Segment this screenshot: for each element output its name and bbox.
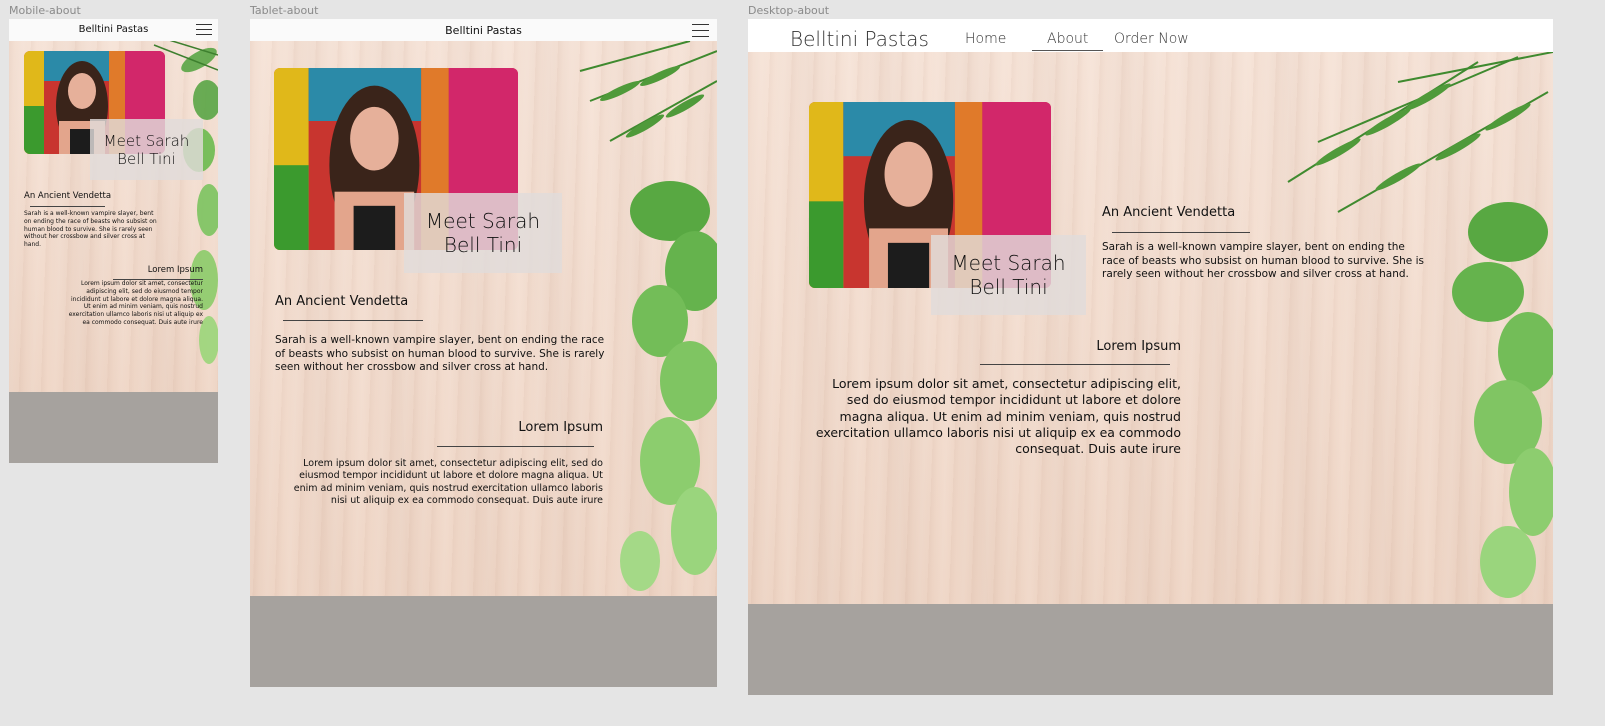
caption-line-1: Meet Sarah <box>103 131 190 150</box>
caption-line-1: Meet Sarah <box>951 251 1066 275</box>
hamburger-menu-icon[interactable] <box>196 24 212 35</box>
photo-caption: Meet Sarah Bell Tini <box>90 119 203 180</box>
brand-name[interactable]: Belltini Pastas <box>250 24 717 37</box>
section1-title: An Ancient Vendetta <box>24 191 112 201</box>
photo-caption: Meet Sarah Bell Tini <box>404 193 562 273</box>
herbs-decoration <box>579 41 717 591</box>
caption-line-2: Bell Tini <box>117 149 176 168</box>
section1-body: Sarah is a well-known vampire slayer, be… <box>1102 241 1424 281</box>
photo-caption: Meet Sarah Bell Tini <box>931 235 1086 315</box>
top-bar: Belltini Pastas <box>250 19 717 41</box>
section1-rule <box>1112 232 1250 233</box>
top-bar: Belltini Pastas Home About Order Now <box>748 19 1553 52</box>
nav-about-underline <box>1032 50 1103 51</box>
section1-rule <box>283 320 423 321</box>
section1-title: An Ancient Vendetta <box>275 294 409 309</box>
footer <box>748 604 1553 695</box>
section2-title: Lorem Ipsum <box>1096 339 1181 354</box>
caption-line-2: Bell Tini <box>443 233 523 257</box>
tablet-frame: Belltini Pastas Meet Sarah Bell Tini An A… <box>250 19 717 687</box>
section1-body: Sarah is a well-known vampire slayer, be… <box>24 210 157 249</box>
footer <box>9 392 218 463</box>
frame-label-desktop: Desktop-about <box>748 4 830 17</box>
section1-body: Sarah is a well-known vampire slayer, be… <box>275 334 605 374</box>
nav-home[interactable]: Home <box>965 31 1006 47</box>
caption-line-1: Meet Sarah <box>425 209 541 233</box>
section2-body: Lorem ipsum dolor sit amet, consectetur … <box>815 376 1181 456</box>
frame-label-mobile: Mobile-about <box>9 4 81 17</box>
nav-about[interactable]: About <box>1047 31 1088 47</box>
caption-line-2: Bell Tini <box>969 275 1048 299</box>
brand-name[interactable]: Belltini Pastas <box>790 27 929 51</box>
section2-title: Lorem Ipsum <box>147 265 203 275</box>
frame-label-tablet: Tablet-about <box>250 4 319 17</box>
section2-rule <box>980 364 1170 365</box>
section2-body: Lorem ipsum dolor sit amet, consectetur … <box>68 280 203 326</box>
hamburger-menu-icon[interactable] <box>692 24 709 37</box>
top-bar: Belltini Pastas <box>9 19 218 41</box>
section2-body: Lorem ipsum dolor sit amet, consectetur … <box>293 458 603 507</box>
mobile-frame: Belltini Pastas Meet Sarah Bell Tini An A… <box>9 19 218 463</box>
nav-order-now[interactable]: Order Now <box>1114 31 1189 47</box>
footer <box>250 596 717 687</box>
herbs-decoration <box>1287 52 1553 598</box>
section1-title: An Ancient Vendetta <box>1102 205 1236 220</box>
section2-rule <box>437 446 594 447</box>
desktop-frame: Belltini Pastas Home About Order Now Mee… <box>748 19 1553 695</box>
section1-rule <box>30 206 105 207</box>
section2-title: Lorem Ipsum <box>518 420 603 435</box>
brand-name[interactable]: Belltini Pastas <box>9 24 218 35</box>
